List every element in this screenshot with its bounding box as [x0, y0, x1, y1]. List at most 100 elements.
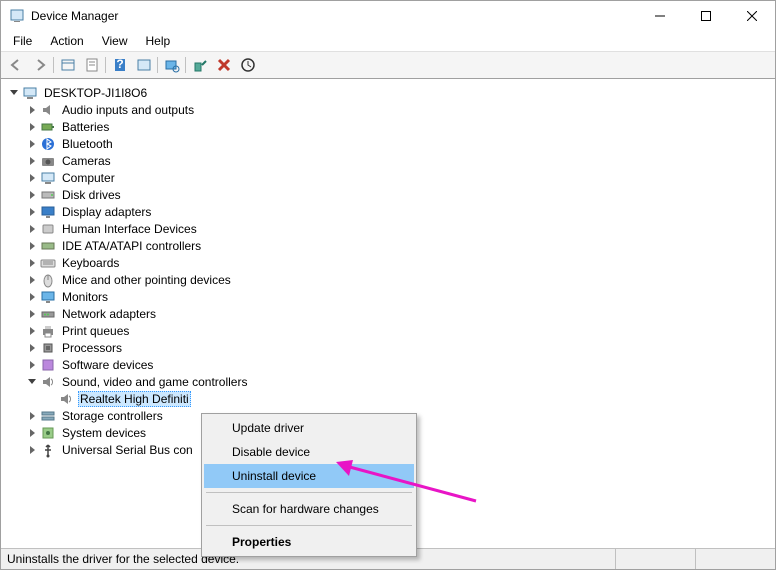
- menu-action[interactable]: Action: [42, 32, 91, 50]
- expander-icon[interactable]: [26, 223, 38, 235]
- software-icon: [40, 357, 56, 373]
- expander-icon[interactable]: [26, 189, 38, 201]
- titlebar: Device Manager: [1, 1, 775, 31]
- app-icon: [9, 8, 25, 24]
- tree-category[interactable]: Monitors: [8, 288, 774, 305]
- tree-category[interactable]: Computer: [8, 169, 774, 186]
- expander-icon[interactable]: [26, 291, 38, 303]
- context-menu-separator: [206, 492, 412, 493]
- enable-button[interactable]: [189, 54, 211, 76]
- printer-icon: [40, 323, 56, 339]
- maximize-button[interactable]: [683, 1, 729, 31]
- status-cell-2: [695, 549, 775, 569]
- sound-icon: [40, 374, 56, 390]
- expander-icon[interactable]: [26, 342, 38, 354]
- status-cell-1: [615, 549, 695, 569]
- expander-icon[interactable]: [26, 427, 38, 439]
- tree-category-label: IDE ATA/ATAPI controllers: [60, 239, 203, 253]
- ide-icon: [40, 238, 56, 254]
- expander-icon[interactable]: [26, 410, 38, 422]
- tree-category-label: Disk drives: [60, 188, 123, 202]
- expander-icon[interactable]: [26, 274, 38, 286]
- action-button[interactable]: [133, 54, 155, 76]
- context-menu-item[interactable]: Uninstall device: [204, 464, 414, 488]
- context-menu-separator: [206, 525, 412, 526]
- disk-icon: [40, 187, 56, 203]
- expander-icon[interactable]: [26, 104, 38, 116]
- tree-category-label: Computer: [60, 171, 117, 185]
- tree-root-label: DESKTOP-JI1I8O6: [42, 86, 149, 100]
- back-button[interactable]: [5, 54, 27, 76]
- tree-root[interactable]: DESKTOP-JI1I8O6: [8, 84, 774, 101]
- expander-icon[interactable]: [26, 257, 38, 269]
- window-title: Device Manager: [31, 9, 637, 23]
- toolbar: ?: [1, 51, 775, 79]
- expander-spacer: [44, 393, 56, 405]
- tree-category[interactable]: Sound, video and game controllers: [8, 373, 774, 390]
- tree-category-label: Mice and other pointing devices: [60, 273, 233, 287]
- svg-text:?: ?: [116, 57, 123, 71]
- expander-icon[interactable]: [26, 444, 38, 456]
- tree-category[interactable]: Network adapters: [8, 305, 774, 322]
- context-menu-item[interactable]: Properties: [204, 530, 414, 554]
- tree-category[interactable]: Processors: [8, 339, 774, 356]
- camera-icon: [40, 153, 56, 169]
- computer-icon: [22, 85, 38, 101]
- display-icon: [40, 204, 56, 220]
- expander-icon[interactable]: [26, 155, 38, 167]
- tree-category[interactable]: IDE ATA/ATAPI controllers: [8, 237, 774, 254]
- show-hide-button[interactable]: [57, 54, 79, 76]
- audio-icon: [40, 102, 56, 118]
- expander-icon[interactable]: [26, 240, 38, 252]
- properties-button[interactable]: [81, 54, 103, 76]
- expander-icon[interactable]: [26, 376, 38, 388]
- help-button[interactable]: ?: [109, 54, 131, 76]
- expander-icon[interactable]: [26, 138, 38, 150]
- tree-category[interactable]: Disk drives: [8, 186, 774, 203]
- tree-category-label: Storage controllers: [60, 409, 165, 423]
- tree-category-label: Audio inputs and outputs: [60, 103, 196, 117]
- menu-help[interactable]: Help: [138, 32, 179, 50]
- tree-category[interactable]: Human Interface Devices: [8, 220, 774, 237]
- expander-icon[interactable]: [26, 206, 38, 218]
- expander-icon[interactable]: [8, 87, 20, 99]
- tree-category[interactable]: Keyboards: [8, 254, 774, 271]
- tree-category[interactable]: Print queues: [8, 322, 774, 339]
- menu-file[interactable]: File: [5, 32, 40, 50]
- context-menu-item[interactable]: Scan for hardware changes: [204, 497, 414, 521]
- forward-button[interactable]: [29, 54, 51, 76]
- tree-category-label: Print queues: [60, 324, 131, 338]
- tree-category[interactable]: Audio inputs and outputs: [8, 101, 774, 118]
- menubar: File Action View Help: [1, 31, 775, 51]
- tree-category[interactable]: Bluetooth: [8, 135, 774, 152]
- expander-icon[interactable]: [26, 172, 38, 184]
- menu-view[interactable]: View: [94, 32, 136, 50]
- minimize-button[interactable]: [637, 1, 683, 31]
- tree-category-label: Network adapters: [60, 307, 158, 321]
- mouse-icon: [40, 272, 56, 288]
- update-driver-button[interactable]: [237, 54, 259, 76]
- network-icon: [40, 306, 56, 322]
- tree-category-label: Batteries: [60, 120, 111, 134]
- tree-category[interactable]: Batteries: [8, 118, 774, 135]
- system-icon: [40, 425, 56, 441]
- close-button[interactable]: [729, 1, 775, 31]
- tree-category-label: Bluetooth: [60, 137, 115, 151]
- keyboard-icon: [40, 255, 56, 271]
- uninstall-button[interactable]: [213, 54, 235, 76]
- tree-category-label: Display adapters: [60, 205, 153, 219]
- tree-category[interactable]: Software devices: [8, 356, 774, 373]
- context-menu-item[interactable]: Disable device: [204, 440, 414, 464]
- expander-icon[interactable]: [26, 325, 38, 337]
- tree-category[interactable]: Cameras: [8, 152, 774, 169]
- expander-icon[interactable]: [26, 308, 38, 320]
- tree-category[interactable]: Mice and other pointing devices: [8, 271, 774, 288]
- tree-category-label: Software devices: [60, 358, 155, 372]
- tree-device-selected[interactable]: Realtek High Definiti: [8, 390, 774, 407]
- expander-icon[interactable]: [26, 121, 38, 133]
- expander-icon[interactable]: [26, 359, 38, 371]
- tree-category-label: Monitors: [60, 290, 110, 304]
- context-menu-item[interactable]: Update driver: [204, 416, 414, 440]
- scan-hardware-button[interactable]: [161, 54, 183, 76]
- tree-category[interactable]: Display adapters: [8, 203, 774, 220]
